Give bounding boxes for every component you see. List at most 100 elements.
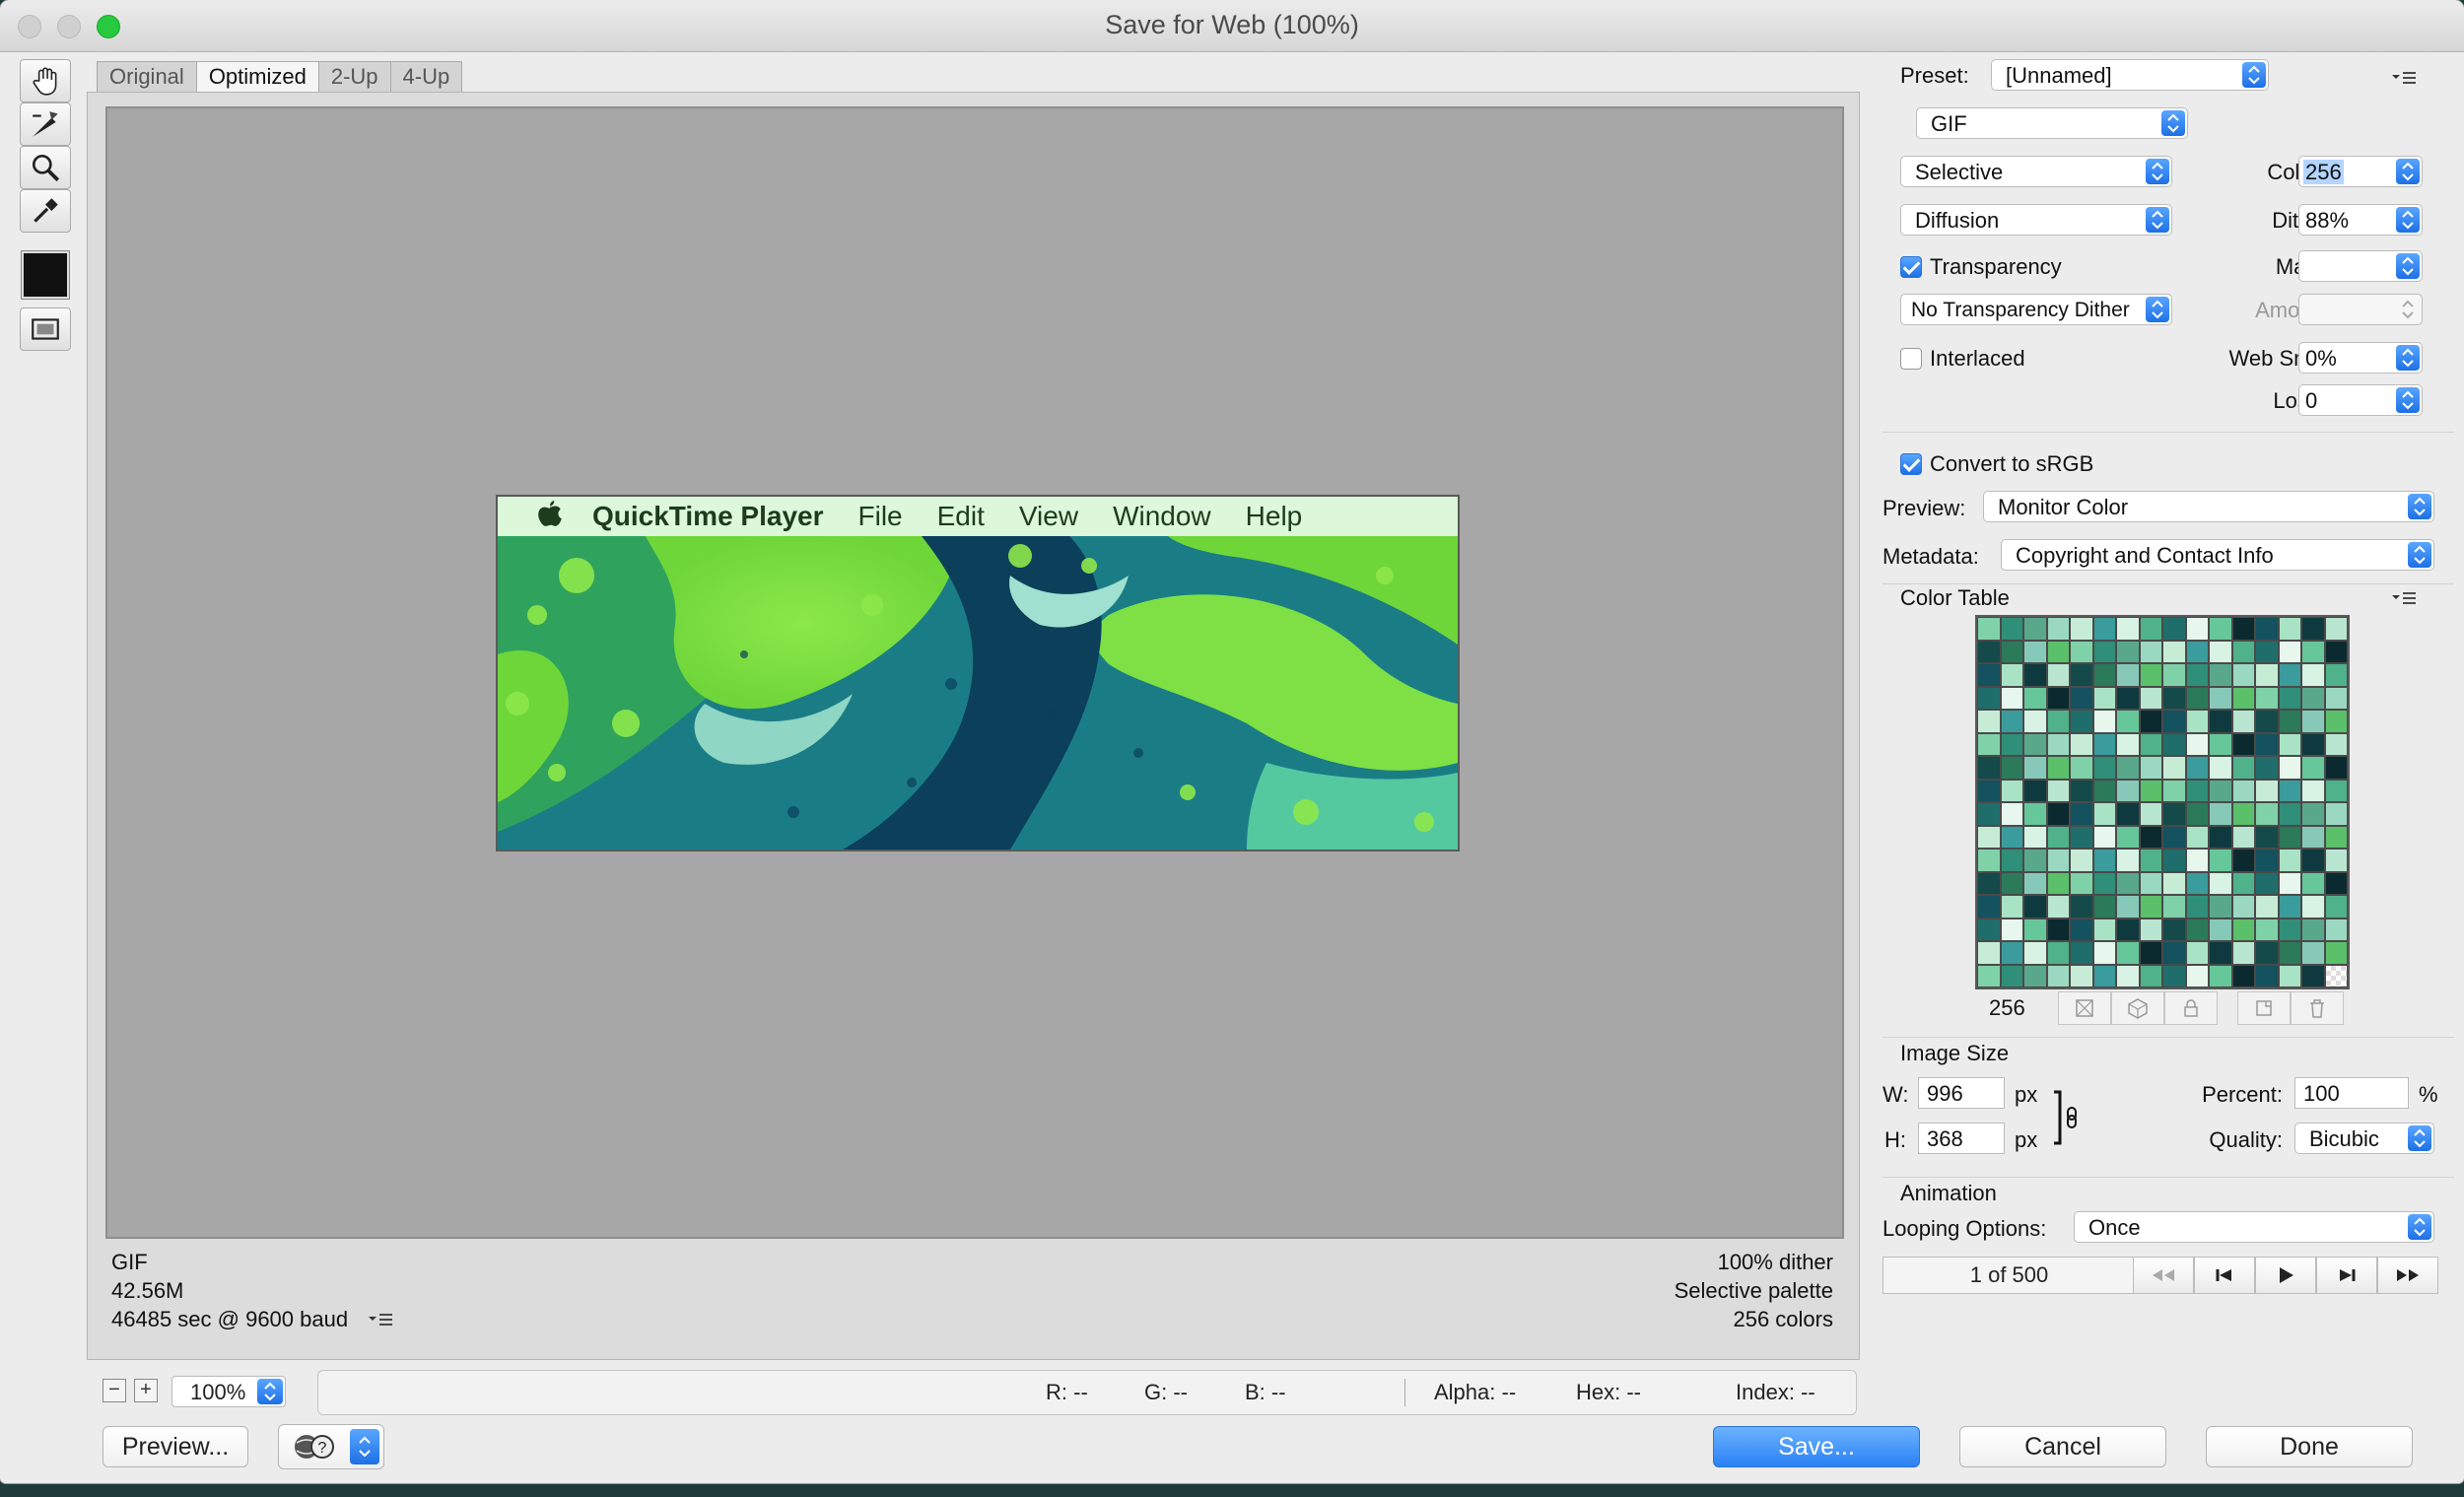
color-reduction-select[interactable]: Selective: [1900, 156, 2172, 187]
color-swatch[interactable]: [2046, 710, 2070, 733]
zoom-in-button[interactable]: +: [134, 1379, 158, 1402]
color-swatch[interactable]: [2116, 779, 2140, 802]
color-swatch[interactable]: [2116, 710, 2140, 733]
color-swatch[interactable]: [2000, 663, 2023, 687]
color-swatch[interactable]: [2162, 756, 2186, 780]
color-swatch[interactable]: [2278, 918, 2301, 941]
hand-tool-icon[interactable]: [20, 59, 71, 102]
color-swatch[interactable]: [2278, 686, 2301, 710]
color-swatch[interactable]: [2116, 663, 2140, 687]
color-swatch[interactable]: [2023, 871, 2047, 895]
color-swatch[interactable]: [2231, 964, 2255, 987]
color-swatch[interactable]: [2209, 779, 2232, 802]
color-swatch[interactable]: [2209, 918, 2232, 941]
dither-algorithm-select[interactable]: Diffusion: [1900, 204, 2172, 236]
web-snap-input[interactable]: 0%: [2298, 342, 2423, 374]
file-format-select[interactable]: GIF: [1916, 107, 2188, 139]
play-button[interactable]: [2255, 1257, 2316, 1294]
tab-4-up[interactable]: 4-Up: [389, 61, 463, 92]
color-swatch[interactable]: [2070, 686, 2093, 710]
color-swatch[interactable]: [1977, 871, 2001, 895]
color-swatch[interactable]: [2046, 895, 2070, 919]
color-swatch[interactable]: [2185, 941, 2209, 965]
color-swatch[interactable]: [2046, 686, 2070, 710]
color-swatch[interactable]: [2046, 871, 2070, 895]
color-swatch[interactable]: [2070, 918, 2093, 941]
previous-frame-button[interactable]: [2194, 1257, 2255, 1294]
color-swatch[interactable]: [2092, 964, 2116, 987]
color-swatch[interactable]: [1977, 849, 2001, 872]
color-swatch[interactable]: [2070, 802, 2093, 826]
color-swatch[interactable]: [2185, 710, 2209, 733]
color-swatch[interactable]: [2046, 663, 2070, 687]
color-swatch[interactable]: [2162, 849, 2186, 872]
colors-input[interactable]: 256: [2298, 156, 2423, 187]
color-swatch[interactable]: [2324, 686, 2348, 710]
color-swatch[interactable]: [2000, 710, 2023, 733]
color-swatch[interactable]: [2255, 964, 2279, 987]
color-swatch[interactable]: [2046, 617, 2070, 641]
color-swatch[interactable]: [2231, 710, 2255, 733]
color-swatch[interactable]: [2070, 779, 2093, 802]
color-swatch[interactable]: [2185, 617, 2209, 641]
color-swatch[interactable]: [2278, 732, 2301, 756]
color-swatch[interactable]: [2324, 825, 2348, 849]
preview-in-browser-button[interactable]: Preview...: [103, 1426, 248, 1467]
color-swatch[interactable]: [2023, 663, 2047, 687]
color-swatch[interactable]: [2301, 756, 2325, 780]
color-swatch[interactable]: [2324, 732, 2348, 756]
color-swatch[interactable]: [2209, 941, 2232, 965]
zoom-tool-icon[interactable]: [20, 146, 71, 189]
color-swatch[interactable]: [2000, 871, 2023, 895]
color-swatch[interactable]: [2162, 871, 2186, 895]
color-swatch[interactable]: [2231, 686, 2255, 710]
next-frame-button[interactable]: [2316, 1257, 2377, 1294]
color-swatch[interactable]: [2301, 964, 2325, 987]
chevron-updown-icon[interactable]: [2396, 387, 2420, 413]
constrain-proportions-link-icon[interactable]: [2052, 1090, 2082, 1152]
color-swatch[interactable]: [2116, 918, 2140, 941]
color-swatch[interactable]: [2139, 686, 2162, 710]
color-swatch[interactable]: [2162, 802, 2186, 826]
color-swatch[interactable]: [2092, 825, 2116, 849]
color-swatch[interactable]: [2185, 756, 2209, 780]
color-swatch[interactable]: [2255, 871, 2279, 895]
metadata-select[interactable]: Copyright and Contact Info: [2001, 539, 2434, 571]
color-swatch[interactable]: [2278, 849, 2301, 872]
color-swatch[interactable]: [2162, 640, 2186, 663]
color-swatch[interactable]: [2162, 617, 2186, 641]
color-swatch[interactable]: [2023, 849, 2047, 872]
color-swatch[interactable]: [2092, 732, 2116, 756]
convert-srgb-checkbox[interactable]: [1900, 453, 1922, 475]
tab-2-up[interactable]: 2-Up: [317, 61, 391, 92]
last-frame-button[interactable]: [2377, 1257, 2438, 1294]
color-swatch[interactable]: [2023, 802, 2047, 826]
color-swatch[interactable]: [2000, 895, 2023, 919]
color-swatch[interactable]: [2070, 710, 2093, 733]
chevron-updown-icon[interactable]: [2396, 345, 2420, 371]
color-swatch[interactable]: [2301, 732, 2325, 756]
color-swatch[interactable]: [2324, 779, 2348, 802]
color-swatch[interactable]: [2000, 756, 2023, 780]
color-swatch[interactable]: [2255, 918, 2279, 941]
color-swatch[interactable]: [2046, 779, 2070, 802]
color-swatch[interactable]: [2255, 941, 2279, 965]
color-swatch[interactable]: [2139, 663, 2162, 687]
width-input[interactable]: 996: [1918, 1077, 2005, 1109]
color-swatch[interactable]: [2324, 895, 2348, 919]
color-swatch[interactable]: [2231, 895, 2255, 919]
color-swatch[interactable]: [2162, 710, 2186, 733]
color-swatch[interactable]: [2092, 849, 2116, 872]
color-swatch[interactable]: [2324, 849, 2348, 872]
color-swatch[interactable]: [2255, 663, 2279, 687]
color-swatch[interactable]: [2070, 640, 2093, 663]
browser-select[interactable]: ?: [278, 1424, 384, 1469]
color-swatch[interactable]: [2139, 710, 2162, 733]
color-swatch[interactable]: [2000, 918, 2023, 941]
color-swatch[interactable]: [2162, 825, 2186, 849]
color-swatch[interactable]: [2139, 964, 2162, 987]
color-swatch[interactable]: [2023, 710, 2047, 733]
looping-options-select[interactable]: Once: [2074, 1211, 2434, 1243]
color-swatch[interactable]: [2185, 663, 2209, 687]
color-swatch[interactable]: [2255, 895, 2279, 919]
